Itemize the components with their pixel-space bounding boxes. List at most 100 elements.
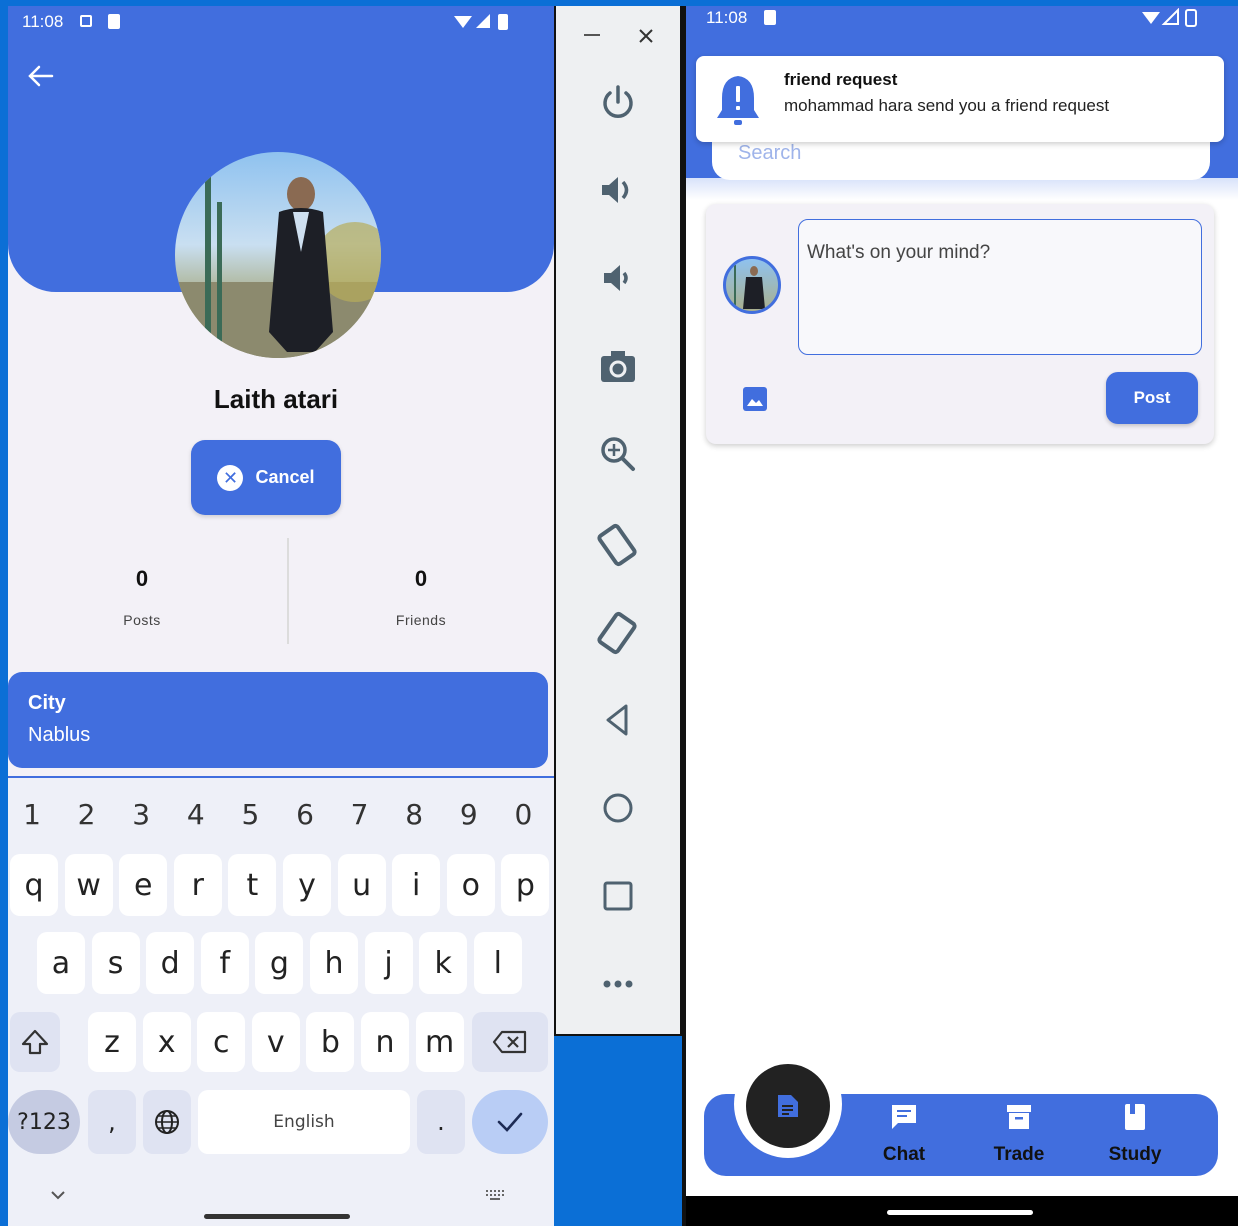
key-z[interactable]: z: [88, 1012, 136, 1072]
power-icon[interactable]: [556, 82, 680, 122]
stats-divider: [287, 538, 289, 644]
left-phone-screen: 11:08 Laith atari ✕ Cancel 0 Posts 0 Fri…: [8, 6, 554, 1226]
chevron-down-icon[interactable]: [48, 1188, 68, 1202]
key-b[interactable]: b: [306, 1012, 355, 1072]
minimize-icon[interactable]: [584, 34, 600, 36]
archive-icon[interactable]: [1004, 1102, 1034, 1132]
key-k[interactable]: k: [419, 932, 468, 994]
key-a[interactable]: a: [37, 932, 85, 994]
notification-status-icon: [80, 15, 92, 27]
image-icon[interactable]: [742, 386, 768, 412]
key-g[interactable]: g: [255, 932, 304, 994]
number-key[interactable]: 6: [278, 798, 332, 831]
key-v[interactable]: v: [251, 1012, 300, 1072]
number-key[interactable]: 9: [442, 798, 496, 831]
overview-icon[interactable]: [556, 876, 680, 916]
emulator-toolbar: [554, 6, 682, 1036]
header-shadow: [686, 178, 1238, 200]
key-m[interactable]: m: [415, 1012, 464, 1072]
cancel-request-button[interactable]: ✕ Cancel: [191, 440, 341, 515]
document-icon: [778, 1095, 798, 1117]
key-t[interactable]: t: [228, 854, 277, 916]
cancel-label: Cancel: [255, 467, 315, 487]
enter-key[interactable]: [472, 1090, 548, 1154]
notification-title: friend request: [784, 70, 898, 89]
posts-label: Posts: [123, 612, 161, 628]
bell-icon: [717, 76, 759, 125]
key-r[interactable]: r: [173, 854, 222, 916]
profile-avatar: [175, 152, 381, 358]
back-icon[interactable]: [556, 700, 680, 740]
city-card: City Nablus: [8, 672, 548, 768]
number-key[interactable]: 7: [333, 798, 387, 831]
post-text-field[interactable]: What's on your mind?: [798, 219, 1202, 355]
right-phone-screen: 11:08 Search friend request mohammad har…: [686, 6, 1238, 1226]
cancel-icon: ✕: [217, 464, 244, 491]
gesture-handle[interactable]: [887, 1210, 1033, 1215]
number-key[interactable]: 8: [387, 798, 441, 831]
key-q[interactable]: q: [10, 854, 58, 916]
chat-icon[interactable]: [889, 1102, 919, 1132]
space-key[interactable]: English: [198, 1090, 410, 1154]
posts-count: 0: [135, 566, 149, 591]
key-y[interactable]: y: [283, 854, 331, 916]
language-key[interactable]: [143, 1090, 191, 1154]
back-arrow-icon[interactable]: [26, 64, 54, 88]
number-key[interactable]: 5: [223, 798, 277, 831]
friends-count: 0: [414, 566, 428, 591]
volume-down-icon[interactable]: [556, 258, 680, 298]
signal-battery-icon: [454, 14, 508, 30]
symbols-key[interactable]: ?123: [8, 1090, 80, 1154]
number-key[interactable]: 0: [496, 798, 550, 831]
key-p[interactable]: p: [501, 854, 550, 916]
zoom-icon[interactable]: [556, 434, 680, 474]
key-o[interactable]: o: [446, 854, 495, 916]
close-icon[interactable]: [638, 28, 654, 44]
more-icon[interactable]: [556, 964, 680, 1004]
rotate-left-icon[interactable]: [556, 522, 680, 570]
key-h[interactable]: h: [310, 932, 358, 994]
number-key[interactable]: 2: [60, 798, 114, 831]
key-l[interactable]: l: [473, 932, 522, 994]
book-icon[interactable]: [1120, 1102, 1150, 1132]
nav-chat-label[interactable]: Chat: [854, 1144, 954, 1166]
home-icon[interactable]: [556, 788, 680, 828]
key-j[interactable]: j: [364, 932, 413, 994]
key-w[interactable]: w: [64, 854, 113, 916]
status-time: 11:08: [22, 12, 64, 31]
shift-key[interactable]: [10, 1012, 60, 1072]
soft-keyboard: 1234567890 qwertyuiop asdfghjkl zxcvbnm …: [8, 776, 554, 1226]
number-key[interactable]: 4: [169, 798, 223, 831]
volume-up-icon[interactable]: [556, 170, 680, 210]
checkmark-icon: [497, 1112, 523, 1132]
number-key[interactable]: 3: [114, 798, 168, 831]
backspace-key[interactable]: [472, 1012, 548, 1072]
backspace-icon: [492, 1030, 527, 1054]
friend-request-notification[interactable]: friend request mohammad hara send you a …: [696, 56, 1224, 142]
keyboard-switch-icon[interactable]: [484, 1188, 506, 1202]
key-e[interactable]: e: [119, 854, 168, 916]
signal-battery-icon: [1142, 8, 1197, 27]
key-i[interactable]: i: [392, 854, 441, 916]
number-key[interactable]: 1: [8, 798, 59, 831]
key-s[interactable]: s: [91, 932, 140, 994]
user-avatar[interactable]: [723, 256, 781, 314]
post-placeholder: What's on your mind?: [807, 242, 991, 263]
nav-study-label[interactable]: Study: [1085, 1144, 1185, 1166]
key-u[interactable]: u: [337, 854, 386, 916]
key-n[interactable]: n: [361, 1012, 409, 1072]
key-x[interactable]: x: [142, 1012, 191, 1072]
friends-label: Friends: [395, 612, 447, 628]
period-key[interactable]: .: [417, 1090, 465, 1154]
key-c[interactable]: c: [197, 1012, 246, 1072]
rotate-right-icon[interactable]: [556, 610, 680, 658]
feed-fab-button[interactable]: [746, 1064, 830, 1148]
camera-icon[interactable]: [556, 346, 680, 386]
comma-key[interactable]: ,: [88, 1090, 136, 1154]
post-button[interactable]: Post: [1106, 372, 1198, 424]
gesture-handle[interactable]: [204, 1214, 350, 1219]
key-d[interactable]: d: [146, 932, 195, 994]
key-f[interactable]: f: [200, 932, 249, 994]
nav-trade-label[interactable]: Trade: [969, 1144, 1069, 1166]
city-label: City: [28, 692, 66, 714]
